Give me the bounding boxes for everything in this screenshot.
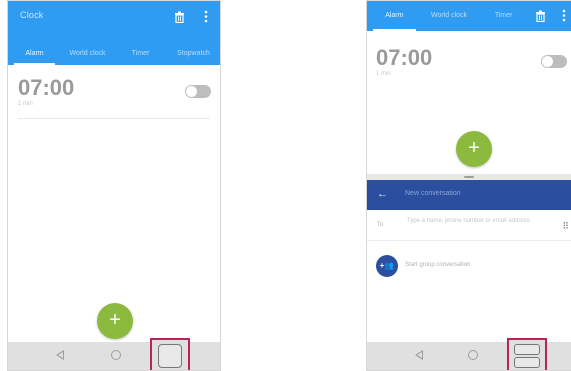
add-alarm-button[interactable]: +	[97, 303, 133, 339]
start-group-conversation-item[interactable]: +👥 Start group conversation	[367, 249, 571, 283]
back-triangle-icon[interactable]	[56, 350, 64, 360]
to-label: To	[377, 222, 384, 228]
clock-tabs: Alarm World clock Timer Stopwatch	[8, 43, 220, 65]
recents-button-highlight[interactable]	[150, 338, 190, 370]
add-alarm-button[interactable]: +	[456, 131, 492, 167]
recents-square-icon	[158, 344, 182, 368]
tab-stopwatch[interactable]: Stopwatch	[167, 43, 220, 65]
clock-app-bar: Alarm World clock Timer	[367, 1, 571, 31]
tab-alarm[interactable]: Alarm	[367, 1, 422, 31]
back-triangle-icon[interactable]	[415, 350, 423, 360]
split-handle[interactable]	[464, 176, 474, 178]
recipient-input[interactable]: Type a name, phone number or email addre…	[407, 217, 537, 225]
toggle-knob	[186, 86, 197, 97]
tab-timer[interactable]: Timer	[476, 1, 531, 31]
split-screen-icon	[514, 344, 540, 355]
trash-icon[interactable]	[535, 10, 546, 24]
dialpad-icon[interactable]: ⠿	[562, 221, 569, 232]
more-vert-icon[interactable]	[204, 10, 208, 25]
back-arrow-icon[interactable]: ←	[377, 187, 388, 201]
split-screen-button-highlight[interactable]	[507, 338, 547, 370]
alarm-subtitle: 1 min	[376, 71, 391, 77]
alarm-subtitle: 1 min	[18, 101, 33, 107]
home-circle-icon[interactable]	[468, 350, 478, 360]
messaging-title: New conversation	[405, 190, 461, 197]
alarm-toggle[interactable]	[541, 55, 567, 68]
messaging-app-bar: ← New conversation	[367, 180, 571, 210]
group-conversation-label: Start group conversation	[405, 262, 471, 268]
divider	[18, 118, 210, 119]
tab-alarm[interactable]: Alarm	[8, 43, 61, 65]
recipient-row[interactable]: To Type a name, phone number or email ad…	[367, 210, 571, 241]
home-circle-icon[interactable]	[111, 350, 121, 360]
alarm-time: 07:00	[376, 45, 433, 70]
clock-app-bar: Clock Alarm World clock Timer Stopwatch	[8, 1, 220, 65]
toggle-knob	[542, 56, 553, 67]
alarm-time: 07:00	[18, 75, 75, 100]
alarm-toggle[interactable]	[185, 85, 211, 98]
left-phone-screen: Clock Alarm World clock Timer Stopwatch …	[7, 0, 221, 371]
app-title: Clock	[20, 10, 44, 20]
clock-tabs: Alarm World clock Timer	[367, 1, 531, 31]
tab-world-clock[interactable]: World clock	[61, 43, 114, 65]
tab-world-clock[interactable]: World clock	[422, 1, 477, 31]
trash-icon[interactable]	[174, 11, 185, 25]
tab-timer[interactable]: Timer	[114, 43, 167, 65]
right-phone-screen: Alarm World clock Timer 07:00 1 min + ← …	[366, 0, 571, 371]
group-add-icon: +👥	[376, 255, 398, 277]
split-screen-icon-lower	[514, 357, 540, 368]
more-vert-icon[interactable]	[562, 9, 566, 24]
